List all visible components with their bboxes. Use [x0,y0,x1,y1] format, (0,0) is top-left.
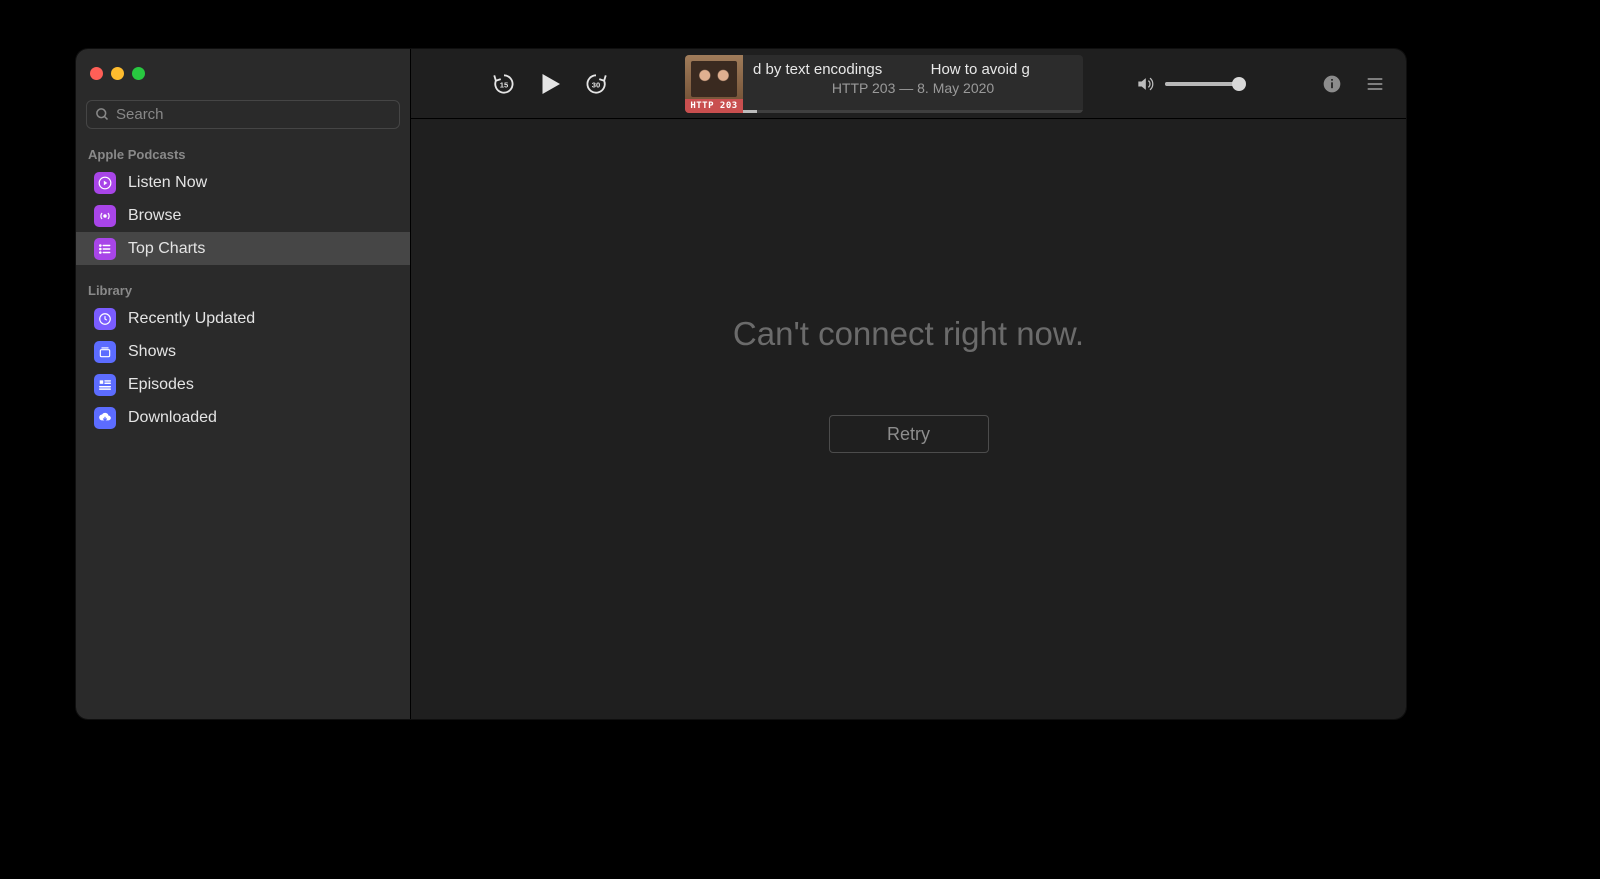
app-window: Apple Podcasts Listen Now Browse Top Cha… [76,49,1406,719]
close-window-button[interactable] [90,67,103,80]
svg-text:15: 15 [500,80,508,89]
sidebar-item-recently-updated[interactable]: Recently Updated [76,302,410,335]
search-input[interactable] [116,106,391,123]
content-area: Can't connect right now. Retry [411,119,1406,719]
error-message: Can't connect right now. [733,315,1084,353]
playback-progress-bar[interactable] [743,110,1083,113]
sidebar-item-label: Shows [128,343,176,361]
svg-text:30: 30 [592,80,600,89]
sidebar-item-label: Top Charts [128,240,205,258]
sidebar-item-browse[interactable]: Browse [76,199,410,232]
sidebar-item-top-charts[interactable]: Top Charts [76,232,410,265]
list-icon [94,238,116,260]
artwork-tag: HTTP 203 [685,99,743,113]
sidebar-section-apple: Apple Podcasts [76,139,410,166]
retry-button[interactable]: Retry [829,415,989,453]
antenna-icon [94,205,116,227]
info-button[interactable] [1322,74,1342,94]
skip-back-15-button[interactable]: 15 [491,71,517,97]
sidebar-section-library: Library [76,275,410,302]
sidebar-item-label: Downloaded [128,409,217,427]
queue-button[interactable] [1364,74,1386,94]
window-controls [76,49,410,94]
now-playing-display[interactable]: HTTP 203 d by text encodings How to avoi… [685,55,1083,113]
title-fragment-right: How to avoid g [931,61,1030,78]
sidebar-item-episodes[interactable]: Episodes [76,368,410,401]
play-button[interactable] [535,69,565,99]
playback-controls: 15 30 [491,69,609,99]
now-playing-subtitle: HTTP 203 — 8. May 2020 [753,80,1073,96]
stack-icon [94,341,116,363]
minimize-window-button[interactable] [111,67,124,80]
toolbar: 15 30 HTTP 203 [411,49,1406,119]
cloud-down-icon [94,407,116,429]
main-area: 15 30 HTTP 203 [411,49,1406,719]
volume-control [1135,74,1245,94]
sidebar-item-downloaded[interactable]: Downloaded [76,401,410,434]
list-detail-icon [94,374,116,396]
play-circle-icon [94,172,116,194]
volume-slider[interactable] [1165,82,1245,86]
search-icon [95,107,110,122]
clock-icon [94,308,116,330]
sidebar-item-label: Episodes [128,376,194,394]
sidebar-item-label: Listen Now [128,174,207,192]
sidebar-item-listen-now[interactable]: Listen Now [76,166,410,199]
sidebar-item-label: Recently Updated [128,310,255,328]
sidebar-item-shows[interactable]: Shows [76,335,410,368]
skip-forward-30-button[interactable]: 30 [583,71,609,97]
now-playing-artwork: HTTP 203 [685,55,743,113]
now-playing-title-line: d by text encodings How to avoid g [753,61,1073,78]
sidebar: Apple Podcasts Listen Now Browse Top Cha… [76,49,411,719]
volume-icon [1135,74,1155,94]
search-field[interactable] [86,100,400,129]
zoom-window-button[interactable] [132,67,145,80]
title-fragment-left: d by text encodings [753,61,882,78]
sidebar-item-label: Browse [128,207,181,225]
